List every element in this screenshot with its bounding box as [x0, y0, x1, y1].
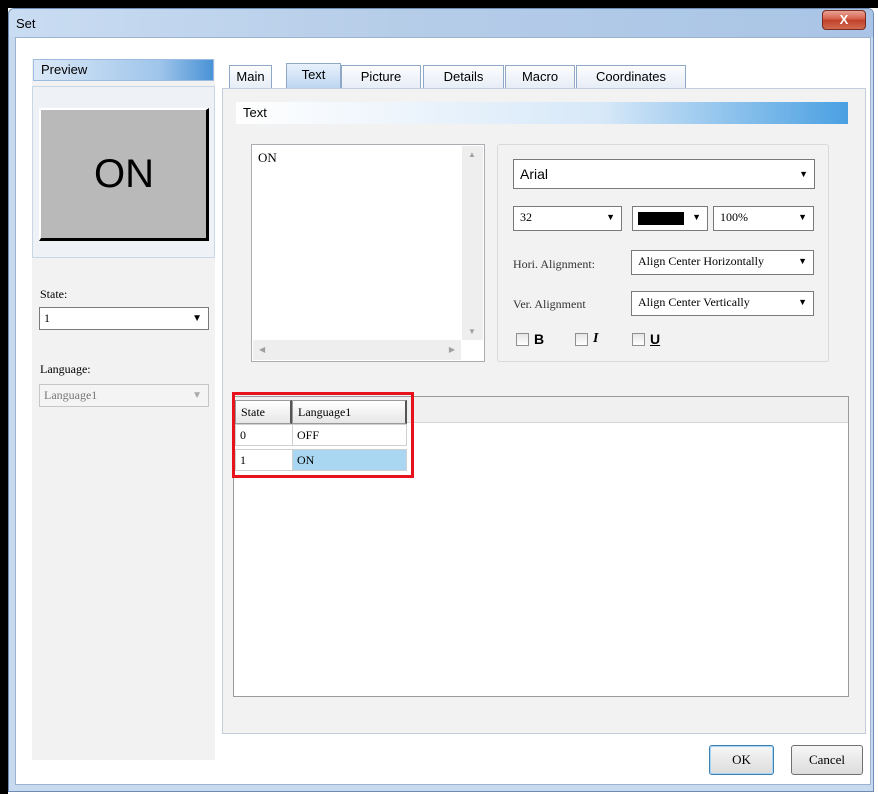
font-select-value: Arial: [520, 166, 549, 182]
text-section-title: Text: [243, 105, 267, 120]
text-content-value: ON: [258, 150, 277, 165]
tab-main[interactable]: Main: [229, 65, 272, 88]
font-select[interactable]: Arial ▼: [513, 159, 815, 189]
chevron-down-icon: ▼: [192, 313, 202, 324]
scroll-right-icon[interactable]: ▶: [449, 345, 455, 354]
state-select[interactable]: 1 ▼: [39, 307, 209, 330]
hori-alignment-value: Align Center Horizontally: [638, 254, 764, 268]
chevron-down-icon: ▼: [799, 169, 808, 179]
scroll-up-icon[interactable]: ▲: [468, 150, 476, 159]
horizontal-scrollbar[interactable]: ◀ ▶: [253, 340, 461, 360]
bold-label: B: [534, 331, 545, 347]
ver-alignment-value: Align Center Vertically: [638, 295, 750, 309]
tab-details[interactable]: Details: [423, 65, 504, 88]
language-label: Language:: [40, 362, 91, 376]
close-button[interactable]: X: [822, 10, 866, 30]
ver-alignment-select[interactable]: Align Center Vertically ▼: [631, 291, 814, 316]
chevron-down-icon: ▼: [798, 256, 807, 266]
vertical-scrollbar[interactable]: ▲ ▼: [462, 146, 483, 340]
font-size-value: 32: [520, 210, 532, 224]
scale-value: 100%: [720, 210, 748, 224]
font-size-select[interactable]: 32 ▼: [513, 206, 622, 231]
tab-coordinates[interactable]: Coordinates: [576, 65, 686, 88]
text-content-area[interactable]: [251, 144, 485, 362]
tab-macro[interactable]: Macro: [505, 65, 575, 88]
close-icon: X: [839, 12, 849, 27]
tab-picture[interactable]: Picture: [341, 65, 421, 88]
screen-edge-top: [0, 0, 878, 8]
bold-checkbox[interactable]: [516, 333, 529, 346]
scroll-down-icon[interactable]: ▼: [468, 327, 476, 336]
screen-edge-left: [0, 0, 8, 794]
chevron-down-icon: ▼: [192, 390, 202, 401]
scale-select[interactable]: 100% ▼: [713, 206, 814, 231]
italic-checkbox[interactable]: [575, 333, 588, 346]
italic-label: I: [593, 331, 599, 346]
ok-button[interactable]: OK: [709, 745, 774, 775]
ver-alignment-label: Ver. Alignment: [513, 297, 586, 311]
cancel-button[interactable]: Cancel: [791, 745, 863, 775]
hori-alignment-select[interactable]: Align Center Horizontally ▼: [631, 250, 814, 275]
chevron-down-icon: ▼: [692, 212, 701, 222]
font-color-select[interactable]: ▼: [632, 206, 708, 231]
chevron-down-icon: ▼: [798, 212, 807, 222]
state-label: State:: [40, 287, 68, 301]
scroll-left-icon[interactable]: ◀: [259, 345, 265, 354]
title-bar[interactable]: [9, 9, 873, 37]
preview-button-text: ON: [94, 152, 154, 196]
chevron-down-icon: ▼: [798, 297, 807, 307]
language-select[interactable]: Language1 ▼: [39, 384, 209, 407]
text-section-header: [236, 102, 848, 124]
hori-alignment-label: Hori. Alignment:: [513, 257, 595, 271]
annotation-highlight-box: [232, 392, 414, 478]
window-title: Set: [16, 16, 36, 31]
language-select-value: Language1: [44, 388, 98, 402]
preview-header-label: Preview: [41, 62, 88, 77]
chevron-down-icon: ▼: [606, 212, 615, 222]
color-swatch: [638, 212, 684, 225]
underline-label: U: [650, 331, 661, 347]
state-select-value: 1: [44, 311, 50, 325]
tab-text[interactable]: Text: [286, 63, 341, 88]
underline-checkbox[interactable]: [632, 333, 645, 346]
